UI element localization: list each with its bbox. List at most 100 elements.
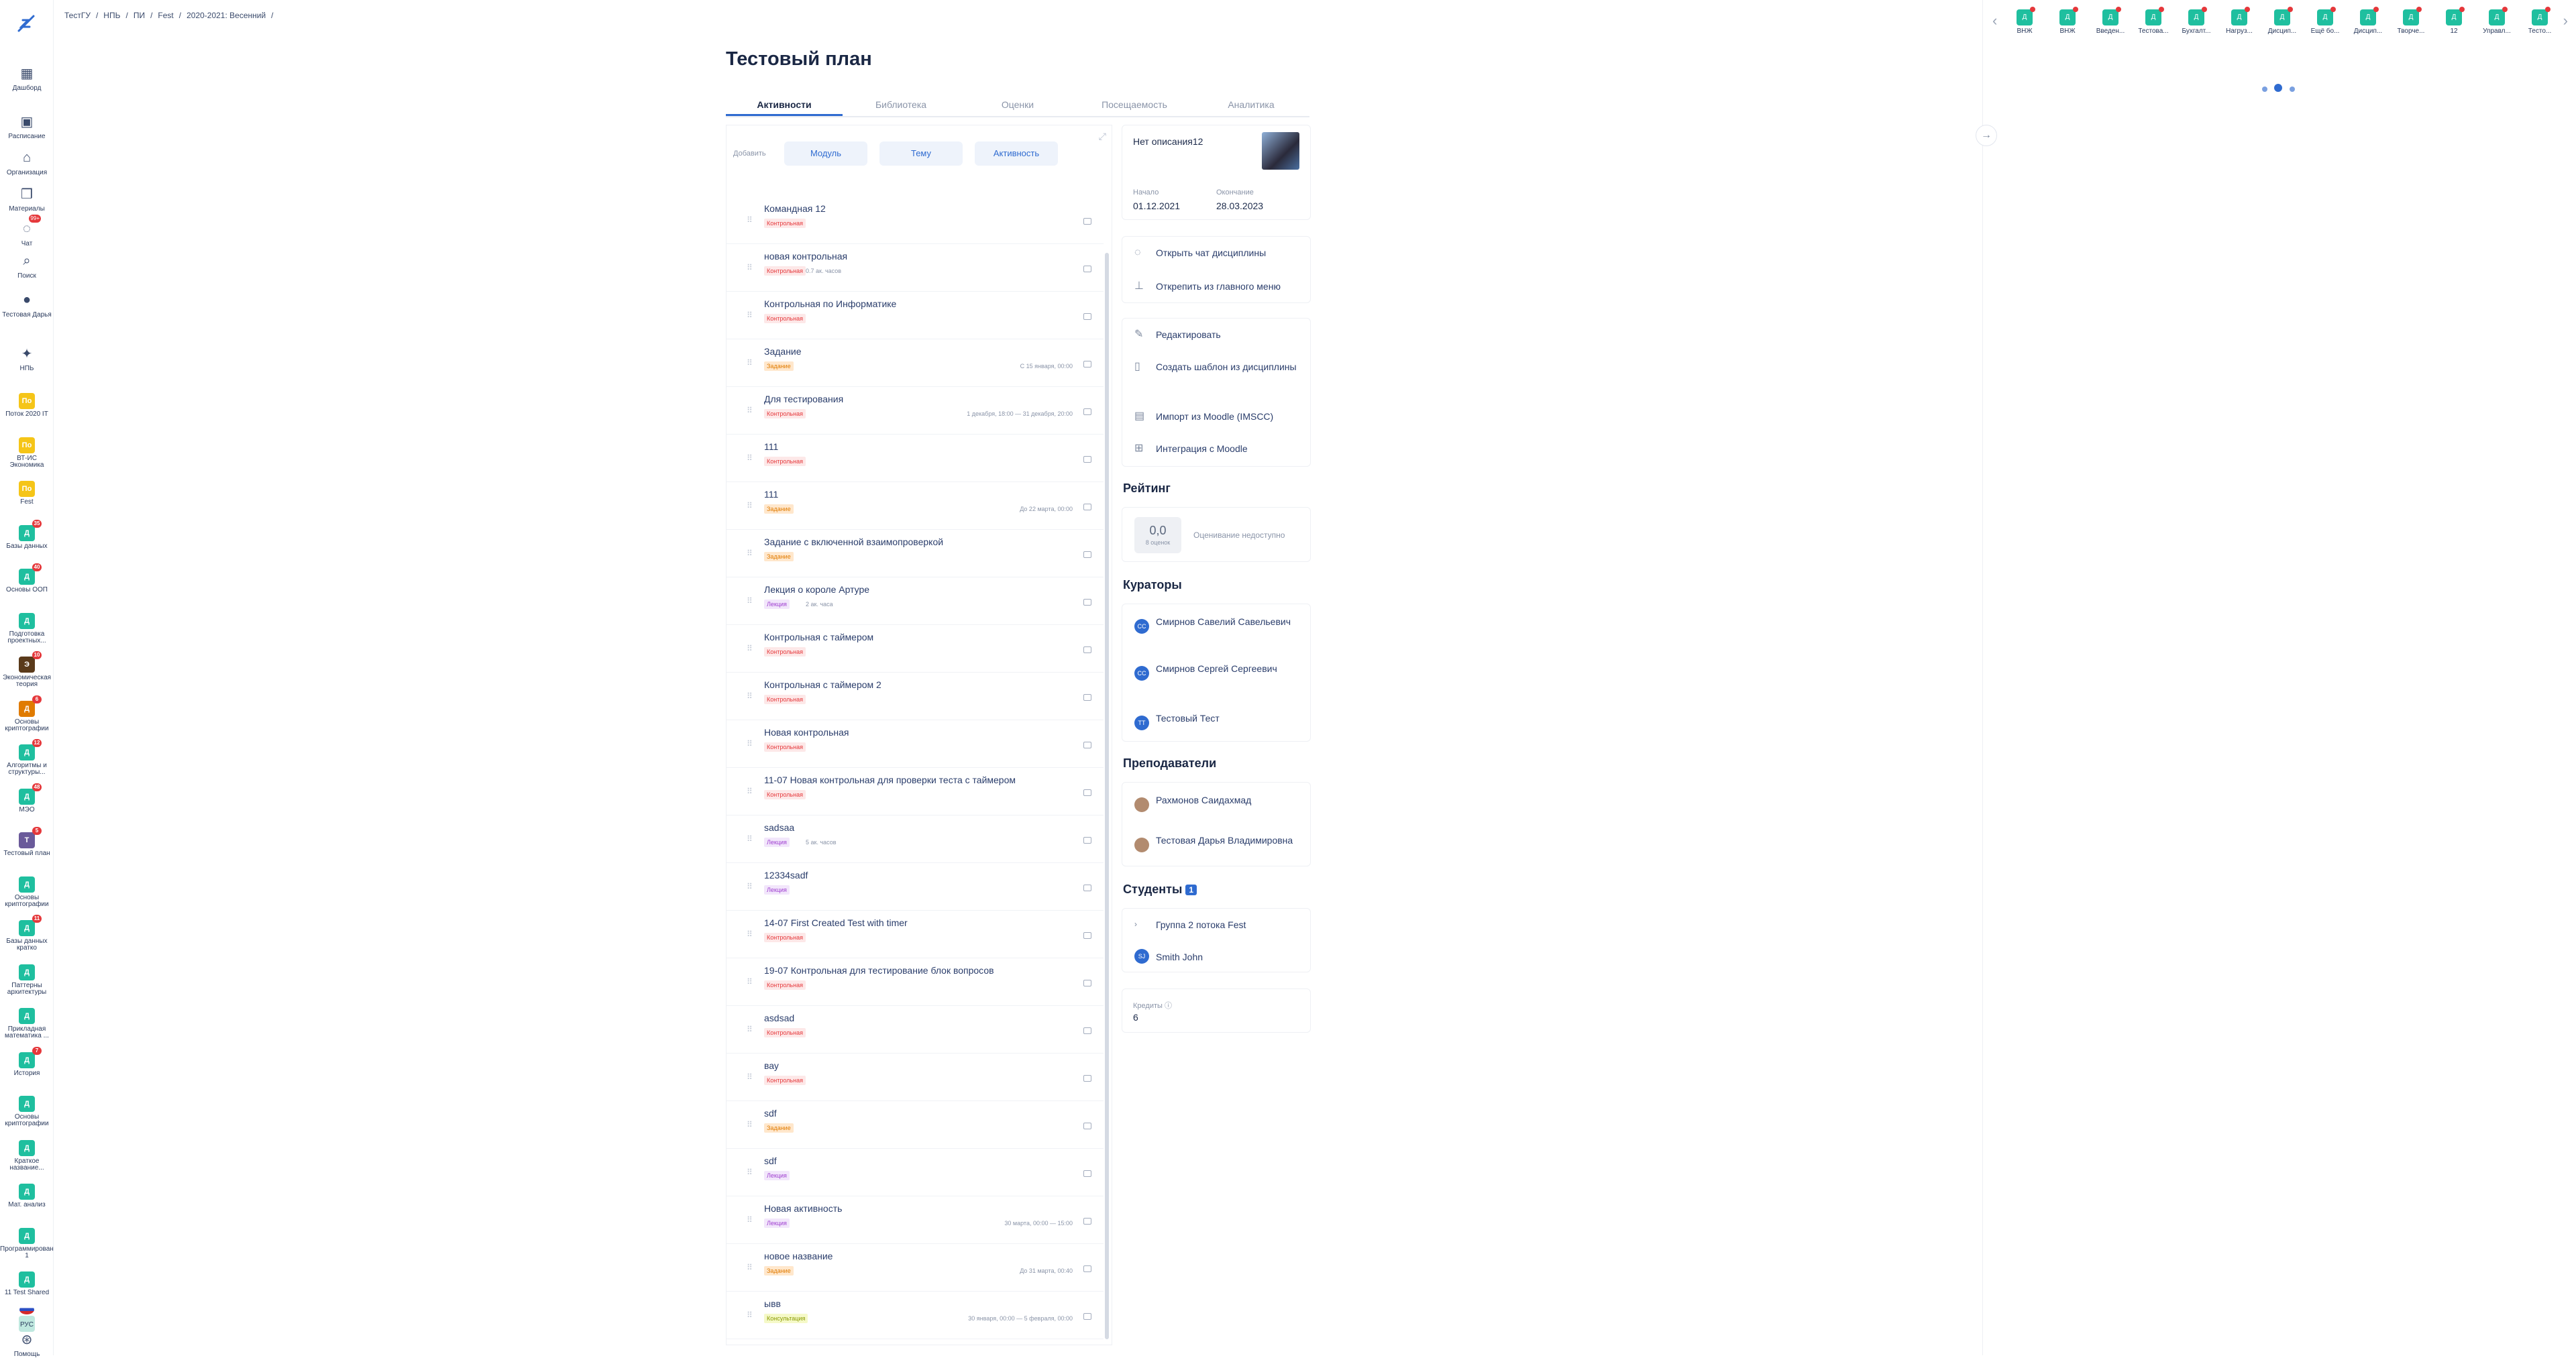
drag-handle-icon[interactable]: ⠿	[747, 1263, 753, 1272]
sidebar-course-item[interactable]: Д 11 Базы данных кратко	[0, 915, 54, 952]
activity-title[interactable]: Лекция о короле Артуре	[764, 584, 869, 595]
activity-title[interactable]: Контрольная с таймером 2	[764, 679, 881, 690]
carousel-course[interactable]: Д ВНЖ	[2047, 7, 2088, 35]
comment-icon[interactable]	[1083, 599, 1091, 606]
activity-row[interactable]: ⠿ sdf Лекция	[727, 1149, 1104, 1196]
sidebar-item-dashboard[interactable]: ▦ Дашборд	[0, 64, 54, 93]
sidebar-course-item[interactable]: Д Основы криптографии	[0, 1096, 54, 1127]
sidebar-course-item[interactable]: Д 7 История	[0, 1046, 54, 1077]
activity-row[interactable]: ⠿ 12334sadf Лекция	[727, 863, 1104, 911]
activity-row[interactable]: ⠿ sadsaa Лекция 5 ак. часов	[727, 815, 1104, 863]
activity-title[interactable]: Для тестирования	[764, 394, 843, 404]
comment-icon[interactable]	[1083, 1313, 1091, 1320]
tab-0[interactable]: Активности	[726, 97, 843, 116]
drag-handle-icon[interactable]: ⠿	[747, 263, 753, 272]
activity-row[interactable]: ⠿ новая контрольная Контрольная 0.7 ак. час…	[727, 244, 1104, 292]
sidebar-course-item[interactable]: Д 48 МЭО	[0, 783, 54, 813]
comment-icon[interactable]	[1083, 408, 1091, 415]
breadcrumb-item[interactable]: НПЬ	[103, 11, 120, 20]
breadcrumb-item[interactable]: Fest	[158, 11, 173, 20]
file-action[interactable]: ▯ Создать шаблон из дисциплины	[1122, 360, 1303, 374]
activity-row[interactable]: ⠿ Задание с включенной взаимопроверкой Зад…	[727, 530, 1104, 577]
chevron-right-icon[interactable]: ›	[2563, 12, 2568, 30]
pin-action[interactable]: ⊥ Открепить из главного меню	[1122, 280, 1303, 293]
activity-title[interactable]: 19-07 Контрольная для тестирование блок …	[764, 965, 994, 976]
activity-row[interactable]: ⠿ 14-07 First Created Test with timer Конт…	[727, 911, 1104, 958]
comment-icon[interactable]	[1083, 742, 1091, 748]
tab-1[interactable]: Библиотека	[843, 97, 959, 116]
activity-row[interactable]: ⠿ 19-07 Контрольная для тестирование блок…	[727, 958, 1104, 1006]
sidebar-course-item[interactable]: Д 6 Основы криптографии	[0, 695, 54, 732]
tab-3[interactable]: Посещаемость	[1076, 97, 1193, 116]
activity-row[interactable]: ⠿ Командная 12 Контрольная	[727, 196, 1104, 244]
curator-item[interactable]: СС Смирнов Савелий Савельевич	[1122, 615, 1303, 634]
drag-handle-icon[interactable]: ⠿	[747, 1310, 753, 1320]
sidebar-course-item[interactable]: Д 11 Test Shared	[0, 1271, 54, 1296]
activity-row[interactable]: ⠿ Лекция о короле Артуре Лекция 2 ак. часа	[727, 577, 1104, 625]
activity-row[interactable]: ⠿ вау Контрольная	[727, 1054, 1104, 1101]
breadcrumb-item[interactable]: ПИ	[133, 11, 145, 20]
carousel-course[interactable]: Д Тесто...	[2520, 7, 2560, 35]
activity-title[interactable]: sdf	[764, 1155, 777, 1166]
teacher-item[interactable]: Тестовая Дарья Владимировна	[1122, 834, 1303, 852]
tab-4[interactable]: Аналитика	[1193, 97, 1309, 116]
drag-handle-icon[interactable]: ⠿	[747, 882, 753, 891]
drag-handle-icon[interactable]: ⠿	[747, 310, 753, 320]
sidebar-course-item[interactable]: Пo Fest	[0, 481, 54, 506]
sidebar-course-item[interactable]: Д Краткое название...	[0, 1139, 54, 1172]
drag-handle-icon[interactable]: ⠿	[747, 406, 753, 415]
teacher-item[interactable]: Рахмонов Саидахмад	[1122, 793, 1303, 812]
activity-title[interactable]: 12334sadf	[764, 870, 808, 881]
comment-icon[interactable]	[1083, 218, 1091, 225]
comment-icon[interactable]	[1083, 1123, 1091, 1129]
drag-handle-icon[interactable]: ⠿	[747, 1120, 753, 1129]
drag-handle-icon[interactable]: ⠿	[747, 1072, 753, 1082]
drag-handle-icon[interactable]: ⠿	[747, 929, 753, 939]
carousel-course[interactable]: Д 12	[2434, 7, 2474, 35]
sidebar-course-item[interactable]: Д Подготовка проектных...	[0, 612, 54, 644]
comment-icon[interactable]	[1083, 885, 1091, 891]
activity-row[interactable]: ⠿ Для тестирования Контрольная 1 декабря, 1…	[727, 387, 1104, 435]
comment-icon[interactable]	[1083, 789, 1091, 796]
activity-row[interactable]: ⠿ 111 Задание До 22 марта, 00:00	[727, 482, 1104, 530]
activity-title[interactable]: sdf	[764, 1108, 777, 1119]
activity-title[interactable]: Новая контрольная	[764, 727, 849, 738]
activity-title[interactable]: новая контрольная	[764, 251, 847, 262]
comment-icon[interactable]	[1083, 1170, 1091, 1177]
activity-row[interactable]: ⠿ 111 Контрольная	[727, 435, 1104, 482]
activity-title[interactable]: Новая активность	[764, 1203, 842, 1214]
drag-handle-icon[interactable]: ⠿	[747, 453, 753, 463]
activity-title[interactable]: 111	[764, 489, 778, 500]
activity-row[interactable]: ⠿ Новая активность Лекция 30 марта, 00:00 —…	[727, 1196, 1104, 1244]
tab-2[interactable]: Оценки	[959, 97, 1076, 116]
drag-handle-icon[interactable]: ⠿	[747, 596, 753, 606]
drag-handle-icon[interactable]: ⠿	[747, 834, 753, 844]
sidebar-course-item[interactable]: Э 10 Экономическая теория	[0, 651, 54, 688]
sidebar-course-item[interactable]: Пo Поток 2020 IT	[0, 393, 54, 418]
curator-item[interactable]: ТТ Тестовый Тест	[1122, 712, 1303, 730]
activity-title[interactable]: 11-07 Новая контрольная для проверки тес…	[764, 775, 1016, 785]
help-link[interactable]: ⊛ Помощь	[0, 1331, 54, 1358]
activity-row[interactable]: ⠿ Контрольная по Информатике Контрольная	[727, 292, 1104, 339]
activity-title[interactable]: новое название	[764, 1251, 833, 1261]
chevron-left-icon[interactable]: ‹	[1992, 12, 1997, 30]
curator-item[interactable]: СС Смирнов Сергей Сергеевич	[1122, 662, 1303, 681]
logo-icon[interactable]	[13, 11, 40, 38]
carousel-course[interactable]: Д Управл...	[2477, 7, 2517, 35]
sidebar-item-avatar[interactable]: ● Тестовая Дарья	[0, 291, 54, 319]
breadcrumb-item[interactable]: ТестГУ	[64, 11, 91, 20]
drag-handle-icon[interactable]: ⠿	[747, 358, 753, 367]
activity-row[interactable]: ⠿ новое название Задание До 31 марта, 00:40	[727, 1244, 1104, 1292]
carousel-course[interactable]: Д Введен...	[2090, 7, 2131, 35]
drag-handle-icon[interactable]: ⠿	[747, 501, 753, 510]
drag-handle-icon[interactable]: ⠿	[747, 739, 753, 748]
sidebar-course-item[interactable]: Д Программирование 1	[0, 1227, 54, 1259]
drag-handle-icon[interactable]: ⠿	[747, 549, 753, 558]
expand-pane-button[interactable]: →	[1976, 125, 1997, 146]
expand-icon[interactable]: ⤢	[1099, 131, 1106, 142]
add-topic-button[interactable]: Тему	[879, 142, 963, 166]
comment-icon[interactable]	[1083, 504, 1091, 510]
add-activity-button[interactable]: Активность	[975, 142, 1058, 166]
carousel-course[interactable]: Д Бухгалт...	[2176, 7, 2216, 35]
activity-title[interactable]: 111	[764, 441, 778, 452]
